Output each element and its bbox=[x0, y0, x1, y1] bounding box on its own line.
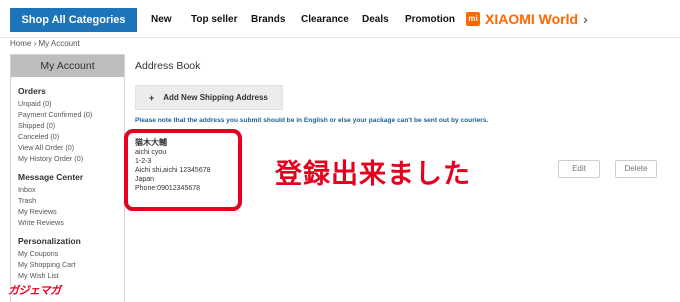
site-watermark: ガジェマガ bbox=[8, 285, 61, 297]
plus-icon: + bbox=[149, 92, 155, 103]
delete-button[interactable]: Delete bbox=[615, 160, 657, 178]
breadcrumb[interactable]: Home › My Account bbox=[10, 39, 80, 48]
nav-clearance[interactable]: Clearance bbox=[301, 8, 349, 32]
nav-deals[interactable]: Deals bbox=[362, 8, 389, 32]
edit-button[interactable]: Edit bbox=[558, 160, 600, 178]
sidebar-item-shopping-cart[interactable]: My Shopping Cart bbox=[18, 259, 117, 270]
sidebar-header: My Account bbox=[11, 55, 124, 77]
promo-banner-text: XIAOMI World bbox=[485, 11, 579, 27]
page-title: Address Book bbox=[135, 60, 201, 72]
sidebar-item-my-reviews[interactable]: My Reviews bbox=[18, 206, 117, 217]
sidebar-item-shipped[interactable]: Shipped (0) bbox=[18, 120, 117, 131]
sidebar-section-orders: Orders bbox=[18, 86, 46, 96]
sidebar-section-personalization: Personalization bbox=[18, 236, 81, 246]
add-shipping-address-label: Add New Shipping Address bbox=[163, 93, 268, 102]
sidebar-section-message-center: Message Center bbox=[18, 172, 84, 182]
nav-promotion[interactable]: Promotion bbox=[405, 8, 455, 32]
account-sidebar: My Account Orders Unpaid (0) Payment Con… bbox=[10, 54, 125, 302]
add-shipping-address-button[interactable]: + Add New Shipping Address bbox=[135, 85, 283, 110]
sidebar-item-canceled[interactable]: Canceled (0) bbox=[18, 131, 117, 142]
sidebar-item-write-reviews[interactable]: Write Reviews bbox=[18, 217, 117, 228]
sidebar-item-history-order[interactable]: My History Order (0) bbox=[18, 153, 117, 164]
sidebar-item-inbox[interactable]: Inbox bbox=[18, 184, 117, 195]
mi-logo-icon: mi bbox=[466, 12, 480, 26]
xiaomi-world-banner[interactable]: mi XIAOMI World › bbox=[466, 9, 588, 29]
top-navigation: Shop All Categories New Top seller Brand… bbox=[0, 0, 680, 38]
nav-brands[interactable]: Brands bbox=[251, 8, 285, 32]
sidebar-item-wish-list[interactable]: My Wish List bbox=[18, 270, 117, 281]
address-language-note: Please note that the address you submit … bbox=[135, 117, 489, 124]
highlight-annotation-box bbox=[124, 129, 242, 211]
sidebar-item-payment-confirmed[interactable]: Payment Confirmed (0) bbox=[18, 109, 117, 120]
sidebar-item-view-all-order[interactable]: View All Order (0) bbox=[18, 142, 117, 153]
shop-all-categories-button[interactable]: Shop All Categories bbox=[10, 8, 137, 32]
nav-top-seller[interactable]: Top seller bbox=[191, 8, 238, 32]
sidebar-item-trash[interactable]: Trash bbox=[18, 195, 117, 206]
chevron-right-icon: › bbox=[583, 11, 588, 27]
page: Shop All Categories New Top seller Brand… bbox=[0, 0, 680, 302]
annotation-text: 登録出来ました bbox=[275, 159, 471, 190]
nav-new[interactable]: New bbox=[151, 8, 172, 32]
sidebar-item-my-coupons[interactable]: My Coupons bbox=[18, 248, 117, 259]
sidebar-item-unpaid[interactable]: Unpaid (0) bbox=[18, 98, 117, 109]
